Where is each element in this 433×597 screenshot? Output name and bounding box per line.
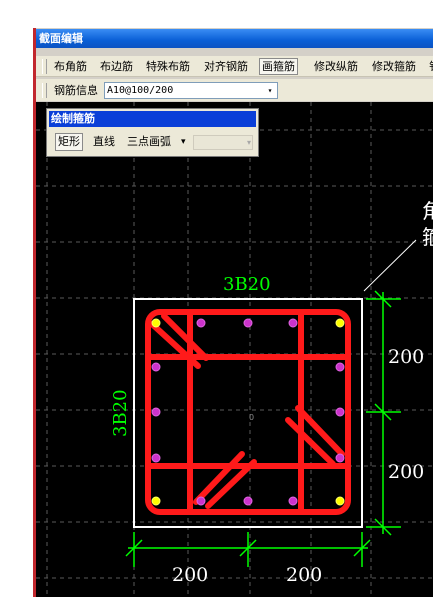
- panel-options-select[interactable]: ▾: [193, 135, 253, 150]
- section-drawing: 角 箍 0 3B20 3B20 200 200 200 200: [36, 102, 433, 597]
- side-rebar[interactable]: [151, 362, 161, 372]
- rebar-info-toolbar: 钢筋信息 A10@100/200 ▾: [36, 79, 433, 101]
- side-rebar[interactable]: [243, 318, 253, 328]
- corner-rebar[interactable]: [335, 318, 345, 328]
- side-rebar[interactable]: [196, 496, 206, 506]
- drawing-canvas[interactable]: 角 箍 0 3B20 3B20 200 200 200 200: [36, 102, 433, 597]
- side-rebar[interactable]: [335, 453, 345, 463]
- side-rebar[interactable]: [335, 362, 345, 372]
- origin-marker: 0: [249, 413, 254, 422]
- dimension-label-bottom-right[interactable]: 200: [286, 564, 322, 586]
- rectangle-button[interactable]: 矩形: [55, 133, 83, 151]
- left-rebar-label[interactable]: 3B20: [110, 389, 131, 437]
- annotation-leader-line: [363, 239, 417, 292]
- corner-rebar[interactable]: [335, 496, 345, 506]
- dimension-label-right-top[interactable]: 200: [388, 346, 424, 368]
- toolbar-special-bars-button[interactable]: 特殊布筋: [144, 58, 192, 75]
- side-rebar[interactable]: [196, 318, 206, 328]
- toolbar-draw-stirrup-button[interactable]: 画箍筋: [259, 58, 298, 75]
- side-rebar[interactable]: [243, 496, 253, 506]
- three-point-arc-button[interactable]: 三点画弧: [125, 133, 173, 151]
- section-outline[interactable]: [133, 298, 363, 528]
- toolbar-align-bars-button[interactable]: 对齐钢筋: [202, 58, 250, 75]
- rebar-info-value: A10@100/200: [107, 85, 174, 96]
- corner-rebar[interactable]: [151, 318, 161, 328]
- side-rebar[interactable]: [151, 453, 161, 463]
- chevron-down-icon[interactable]: ▾: [179, 133, 188, 151]
- outer-stirrup[interactable]: [145, 309, 351, 515]
- bottom-dimension[interactable]: [125, 532, 371, 567]
- dimension-label-right-bottom[interactable]: 200: [388, 461, 424, 483]
- side-rebar[interactable]: [288, 318, 298, 328]
- rebar-info-label: 钢筋信息: [54, 84, 98, 97]
- rebar-info-select[interactable]: A10@100/200 ▾: [104, 82, 278, 99]
- toolbar-overflow-button[interactable]: 钅: [427, 58, 433, 75]
- annotation-text-line-1: 角: [422, 199, 433, 223]
- main-toolbar: 布角筋 布边筋 特殊布筋 对齐钢筋 画箍筋 修改纵筋 修改箍筋 钅: [36, 56, 433, 77]
- corner-rebar[interactable]: [151, 496, 161, 506]
- toolbar-edit-stirrup-button[interactable]: 修改箍筋: [370, 58, 418, 75]
- stirrups[interactable]: [145, 309, 351, 515]
- chevron-down-icon[interactable]: ▾: [263, 83, 277, 98]
- dimension-label-bottom-left[interactable]: 200: [172, 564, 208, 586]
- toolbar-corner-bars-button[interactable]: 布角筋: [52, 58, 89, 75]
- grid-lines: [36, 102, 433, 597]
- toolbar-side-bars-button[interactable]: 布边筋: [98, 58, 135, 75]
- chevron-down-icon: ▾: [246, 138, 251, 147]
- side-rebar[interactable]: [335, 407, 345, 417]
- annotation-text-line-2: 箍: [422, 225, 433, 249]
- draw-stirrup-panel-title[interactable]: 绘制箍筋: [49, 111, 256, 127]
- line-button[interactable]: 直线: [91, 133, 117, 151]
- toolbar-grip[interactable]: [42, 59, 47, 74]
- toolbar-grip[interactable]: [42, 83, 47, 98]
- window-title: 截面编辑: [36, 29, 433, 48]
- toolbar-edit-longitudinal-button[interactable]: 修改纵筋: [312, 58, 360, 75]
- top-rebar-label[interactable]: 3B20: [223, 274, 271, 295]
- side-rebar[interactable]: [288, 496, 298, 506]
- draw-stirrup-panel: 绘制箍筋 矩形 直线 三点画弧 ▾ ▾: [46, 108, 259, 157]
- side-rebar[interactable]: [151, 407, 161, 417]
